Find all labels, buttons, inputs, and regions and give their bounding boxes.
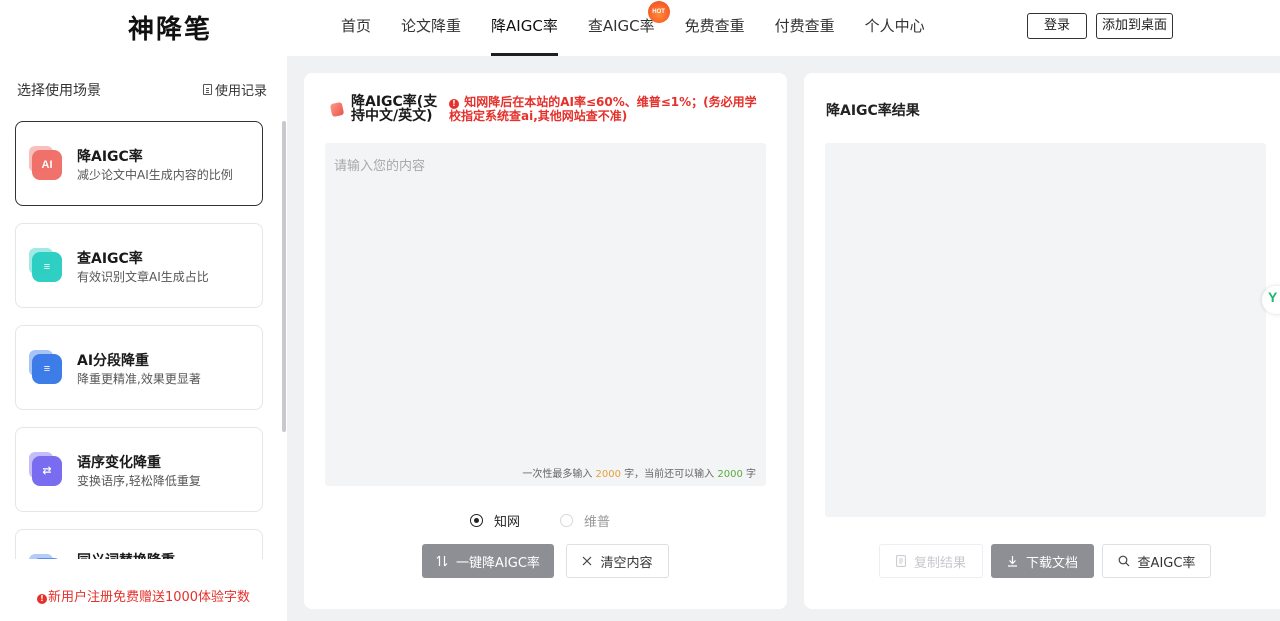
- hot-badge-icon: HOT: [647, 1, 670, 23]
- login-button[interactable]: 登录: [1027, 13, 1087, 39]
- main-nav: 首页 论文降重 降AIGC率 查AIGC率 HOT 免费查重 付费查重 个人中心: [326, 0, 940, 56]
- document-icon: [896, 555, 906, 567]
- close-icon: [583, 556, 592, 566]
- notice-text: ! 知网降后在本站的AI率≤60%、维普≤1%；(务必用学校指定系统查ai,其他…: [449, 95, 767, 123]
- scene-name: 同义词替换降重: [77, 550, 175, 559]
- sidebar-scrollbar[interactable]: [282, 121, 286, 432]
- download-document-button[interactable]: 下载文档: [991, 544, 1094, 578]
- nav-home[interactable]: 首页: [326, 0, 386, 56]
- scene-desc: 减少论文中AI生成内容的比例: [77, 168, 233, 182]
- input-panel: 降AIGC率(支持中文/英文) ! 知网降后在本站的AI率≤60%、维普≤1%；…: [304, 73, 787, 609]
- check-aigc-button[interactable]: 查AIGC率: [1102, 544, 1211, 578]
- option-vip-label: 维普: [584, 515, 611, 530]
- scene-desc: 有效识别文章AI生成占比: [77, 270, 209, 284]
- clear-content-label: 清空内容: [600, 555, 653, 571]
- document-icon: [203, 84, 212, 95]
- result-output[interactable]: [825, 143, 1266, 517]
- nav-paid-check[interactable]: 付费查重: [760, 0, 850, 56]
- counter-mid: 字，当前还可以输入: [624, 469, 715, 480]
- radio-unselected-icon: [560, 514, 573, 527]
- ai-title-icon: [329, 101, 345, 118]
- reduce-aigc-button[interactable]: 一键降AIGC率: [422, 544, 554, 578]
- content-input[interactable]: [325, 143, 766, 486]
- reduce-aigc-label: 一键降AIGC率: [456, 555, 540, 571]
- download-document-label: 下载文档: [1025, 555, 1078, 571]
- char-counter: 一次性最多输入 2000 字，当前还可以输入 2000 字: [325, 465, 756, 480]
- chat-logo-icon: Y: [1268, 289, 1278, 305]
- nav-user-center[interactable]: 个人中心: [850, 0, 940, 56]
- scene-card-word-order[interactable]: ⇄ 语序变化降重 变换语序,轻松降低重复: [15, 427, 263, 512]
- scene-name: AI分段降重: [77, 353, 150, 369]
- radio-selected-icon: [470, 514, 483, 527]
- nav-reduce-aigc[interactable]: 降AIGC率: [476, 0, 573, 56]
- search-icon: [1118, 555, 1129, 567]
- scene-card-ai-segment[interactable]: ≡ AI分段降重 降重更精准,效果更显著: [15, 325, 263, 410]
- check-aigc-label: 查AIGC率: [1137, 555, 1196, 571]
- max-chars: 2000: [595, 469, 621, 480]
- option-cnki[interactable]: 知网: [470, 511, 520, 530]
- scene-card-check-aigc[interactable]: ≡ 查AIGC率 有效识别文章AI生成占比: [15, 223, 263, 308]
- nav-paper-dedup[interactable]: 论文降重: [386, 0, 476, 56]
- notice-message: 知网降后在本站的AI率≤60%、维普≤1%；(务必用学校指定系统查ai,其他网站…: [449, 95, 757, 123]
- scene-name: 降AIGC率: [77, 149, 143, 165]
- option-cnki-label: 知网: [494, 515, 521, 530]
- input-panel-title: 降AIGC率(支持中文/英文): [351, 94, 438, 124]
- scene-desc: 降重更精准,效果更显著: [77, 372, 201, 386]
- counter-prefix: 一次性最多输入: [522, 469, 593, 480]
- scene-desc: 变换语序,轻松降低重复: [77, 474, 201, 488]
- alert-icon: !: [449, 99, 459, 109]
- new-user-promo: ! 新用户注册免费赠送1000体验字数: [0, 586, 287, 605]
- clear-content-button[interactable]: 清空内容: [566, 544, 669, 578]
- alert-icon: !: [36, 594, 47, 604]
- synonym-card-icon: ≡: [29, 554, 62, 559]
- scene-name: 语序变化降重: [77, 455, 161, 471]
- scan-card-icon: ≡: [29, 248, 62, 282]
- nav-free-check[interactable]: 免费查重: [670, 0, 760, 56]
- swap-card-icon: ⇄: [29, 452, 62, 486]
- sidebar-title: 选择使用场景: [17, 83, 101, 99]
- usage-history-link[interactable]: 使用记录: [203, 80, 267, 99]
- scene-list: AI 降AIGC率 减少论文中AI生成内容的比例 ≡ 查AIGC率 有效识别文章…: [15, 121, 263, 559]
- nav-check-aigc[interactable]: 查AIGC率 HOT: [573, 0, 670, 56]
- brand-logo[interactable]: 神降笔: [128, 9, 212, 46]
- remaining-chars: 2000: [717, 469, 743, 480]
- swap-vertical-icon: [436, 555, 448, 567]
- copy-result-label: 复制结果: [913, 555, 966, 571]
- add-to-desktop-button[interactable]: 添加到桌面: [1096, 13, 1173, 39]
- download-icon: [1007, 556, 1017, 567]
- promo-text: 新用户注册免费赠送1000体验字数: [47, 590, 251, 605]
- top-navigation-bar: 神降笔 首页 论文降重 降AIGC率 查AIGC率 HOT 免费查重 付费查重 …: [0, 0, 1280, 56]
- nav-check-aigc-label: 查AIGC率: [587, 17, 655, 35]
- scene-card-reduce-aigc[interactable]: AI 降AIGC率 减少论文中AI生成内容的比例: [15, 121, 263, 206]
- copy-result-button[interactable]: 复制结果: [879, 544, 983, 578]
- counter-suffix: 字: [746, 469, 756, 480]
- result-panel: 降AIGC率结果 复制结果 下载文档 查AIGC率: [804, 73, 1280, 609]
- scene-sidebar: 选择使用场景 使用记录 AI 降AIGC率 减少论文中AI生成内容的比例 ≡ 查…: [0, 56, 287, 621]
- ai-card-icon: AI: [29, 146, 62, 180]
- document-card-icon: ≡: [29, 350, 62, 384]
- usage-history-label: 使用记录: [215, 84, 268, 99]
- option-vip[interactable]: 维普: [560, 511, 610, 530]
- scene-name: 查AIGC率: [77, 251, 143, 267]
- result-panel-title: 降AIGC率结果: [826, 103, 920, 119]
- scene-card-synonym[interactable]: ≡ 同义词替换降重: [15, 529, 263, 559]
